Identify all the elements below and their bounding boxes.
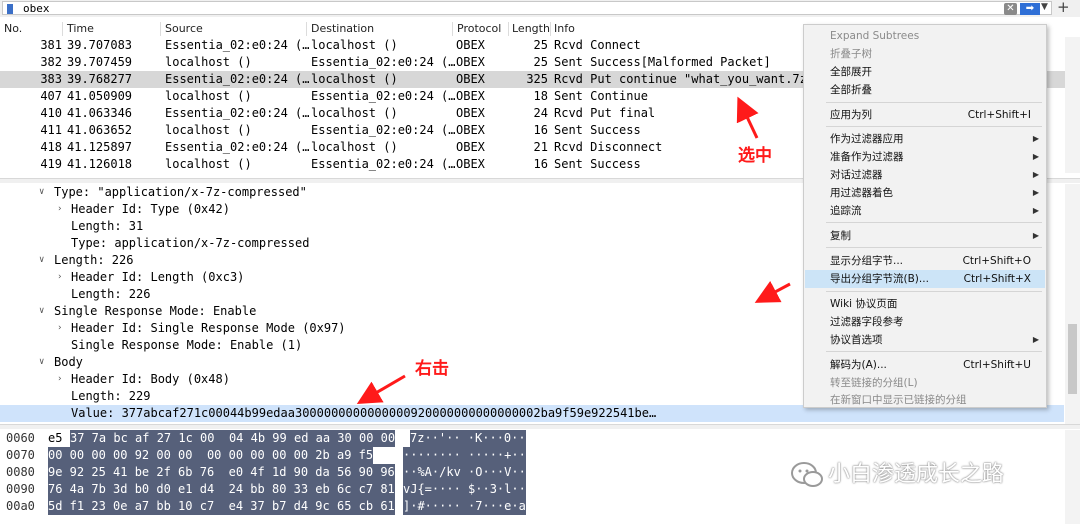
watermark: 小白渗透成长之路 xyxy=(790,455,1080,495)
right-click-arrow xyxy=(356,374,406,405)
right-click-annotation: 右击 xyxy=(415,359,449,379)
menu-pointer-arrow xyxy=(754,280,791,303)
watermark-text: 小白渗透成长之路 xyxy=(828,462,1005,487)
wechat-logo-icon xyxy=(791,462,823,487)
annotation-arrows xyxy=(356,96,791,405)
selected-arrow xyxy=(736,96,759,139)
selected-annotation: 选中 xyxy=(738,146,772,166)
